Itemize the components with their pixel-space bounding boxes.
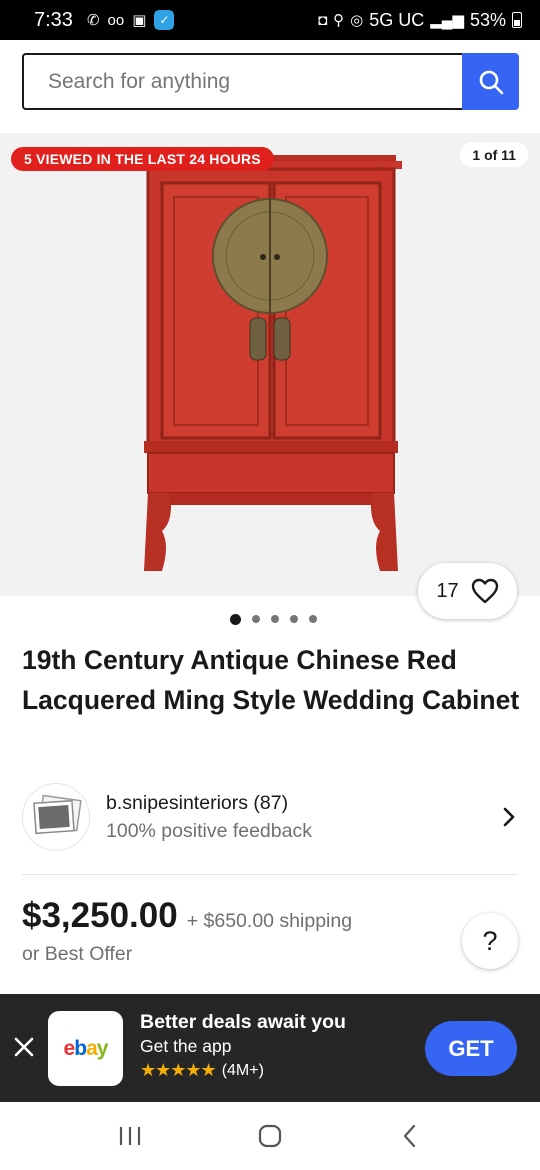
- rating-count: (4M+): [221, 1061, 264, 1079]
- image-gallery[interactable]: 5 VIEWED IN THE LAST 24 HOURS 1 of 11: [0, 133, 540, 596]
- voicemail-icon: oo: [107, 11, 125, 29]
- watch-count: 17: [436, 579, 459, 602]
- product-image[interactable]: [140, 153, 402, 573]
- seller-feedback: 100% positive feedback: [106, 820, 312, 842]
- search-button[interactable]: [462, 53, 519, 110]
- hotspot-icon: ◎: [350, 11, 364, 29]
- home-icon: [258, 1124, 282, 1148]
- chevron-right-icon[interactable]: [502, 806, 516, 828]
- battery-percent: 53%: [469, 9, 506, 30]
- missed-call-icon: ✆: [86, 11, 100, 29]
- recent-apps-icon: [119, 1127, 141, 1145]
- status-bar: 7:33 ✆ oo ▣ ✓ ◘ ⚲ ◎ 5G UC ▂▄▆ 53%: [0, 0, 540, 40]
- close-banner-button[interactable]: [10, 1033, 38, 1061]
- status-time: 7:33: [34, 8, 73, 31]
- divider: [22, 874, 518, 875]
- help-button[interactable]: ?: [462, 913, 518, 969]
- close-icon: [14, 1037, 34, 1057]
- viewed-badge: 5 VIEWED IN THE LAST 24 HOURS: [11, 147, 274, 171]
- price: $3,250.00: [22, 896, 178, 935]
- app-rating: ★★★★★ (4M+): [140, 1060, 264, 1081]
- get-app-button[interactable]: GET: [425, 1021, 517, 1076]
- listing-title: 19th Century Antique Chinese Red Lacquer…: [22, 645, 520, 715]
- seller-name[interactable]: b.snipesinteriors (87): [106, 789, 312, 817]
- heart-icon: [471, 578, 498, 604]
- search-bar: [22, 53, 519, 110]
- home-button[interactable]: [240, 1111, 300, 1161]
- watch-button[interactable]: 17: [418, 563, 517, 619]
- signal-icon: ▂▄▆: [430, 11, 464, 29]
- carousel-dot[interactable]: [251, 615, 260, 623]
- search-icon: [479, 70, 503, 94]
- back-button[interactable]: [380, 1111, 440, 1161]
- carousel-dot[interactable]: [270, 615, 279, 623]
- gallery-icon: ▣: [132, 11, 147, 29]
- seller-row[interactable]: b.snipesinteriors (87) 100% positive fee…: [22, 782, 520, 852]
- seller-avatar: [22, 783, 90, 851]
- banner-headline: Better deals await you: [140, 1011, 346, 1033]
- app-banner: ebay Better deals await you Get the app …: [0, 994, 540, 1102]
- system-nav-bar: [0, 1102, 540, 1170]
- carousel-dots: [0, 613, 540, 625]
- nfc-icon: ◘: [318, 11, 328, 29]
- star-rating-icon: ★★★★★: [140, 1060, 217, 1080]
- back-icon: [403, 1124, 416, 1148]
- banner-subline: Get the app: [140, 1036, 232, 1056]
- price-row: $3,250.00 + $650.00 shipping: [22, 896, 352, 936]
- photo-stack-icon: [33, 794, 82, 835]
- ebay-app-icon[interactable]: ebay: [48, 1011, 123, 1086]
- best-offer-label: or Best Offer: [22, 943, 133, 965]
- search-input[interactable]: [22, 53, 462, 110]
- location-icon: ⚲: [333, 11, 345, 29]
- carousel-dot[interactable]: [229, 613, 241, 625]
- shipping-cost: + $650.00 shipping: [186, 910, 353, 932]
- carousel-dot[interactable]: [289, 615, 298, 623]
- app-notification-icon: ✓: [154, 10, 175, 30]
- carousel-dot[interactable]: [308, 615, 317, 623]
- recent-apps-button[interactable]: [100, 1111, 160, 1161]
- battery-icon: [512, 12, 522, 28]
- network-label: 5G UC: [369, 9, 425, 30]
- image-counter: 1 of 11: [460, 142, 528, 167]
